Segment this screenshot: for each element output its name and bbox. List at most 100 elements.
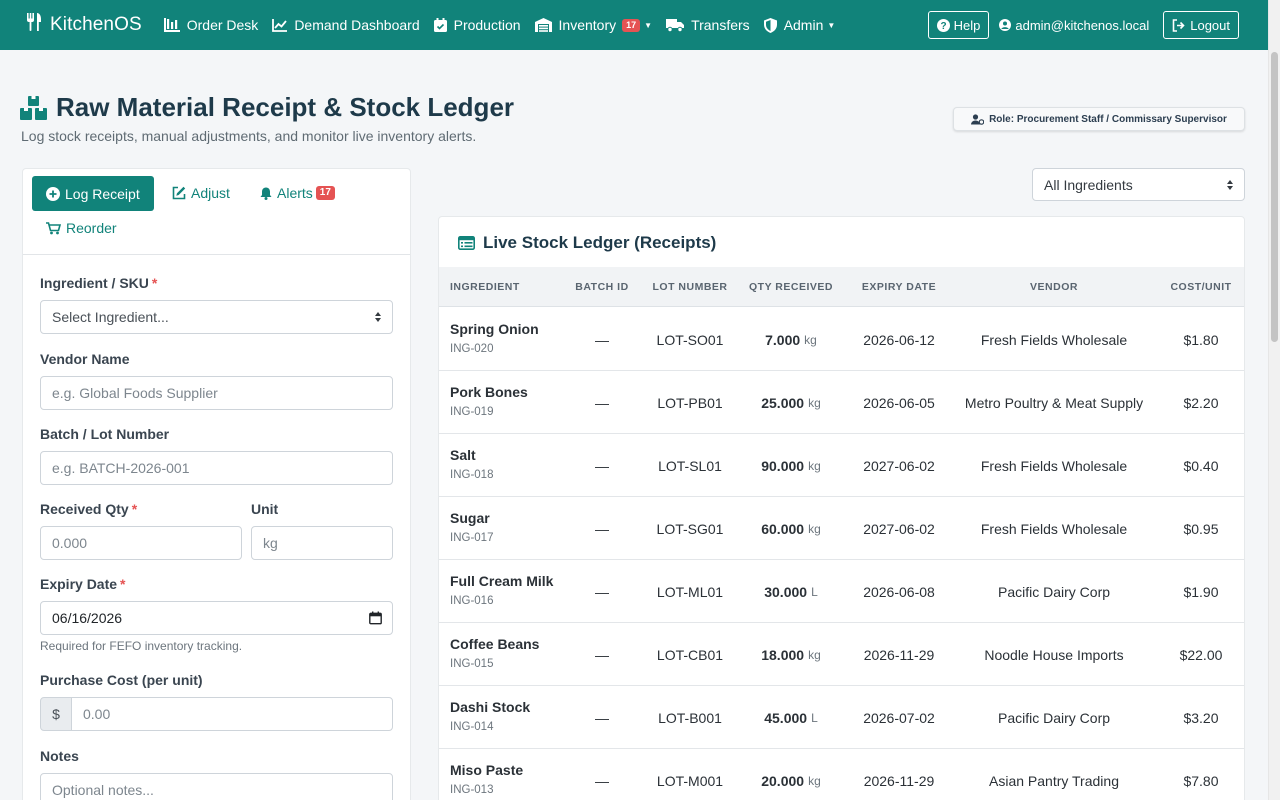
- tab-log-receipt[interactable]: Log Receipt: [32, 176, 154, 211]
- help-label: Help: [953, 17, 981, 33]
- col-expiry-date[interactable]: EXPIRY DATE: [849, 267, 949, 307]
- table-row[interactable]: Sugar ING-017 — LOT-SG01 60.000 kg 2027-06-02 F…: [439, 497, 1244, 560]
- nav-inventory[interactable]: Inventory 17 ▼: [534, 17, 652, 33]
- page-scrollbar[interactable]: [1268, 0, 1280, 800]
- cost-input[interactable]: 0.00: [71, 697, 393, 731]
- page-subtitle: Log stock receipts, manual adjustments, …: [21, 128, 477, 144]
- cost-cell: $3.20: [1183, 709, 1219, 726]
- user-circle-icon: [999, 19, 1012, 31]
- notes-textarea[interactable]: Optional notes...: [40, 773, 393, 800]
- expiry-cell: 2027-06-02: [863, 457, 935, 474]
- nav-admin[interactable]: Admin ▼: [763, 17, 836, 33]
- user-menu[interactable]: admin@kitchenos.local: [999, 18, 1149, 33]
- qty-received-cell: 7.000 kg: [741, 308, 841, 371]
- table-row[interactable]: Salt ING-018 — LOT-SL01 90.000 kg 2027-06-02 Fr…: [439, 434, 1244, 497]
- page-title-text: Raw Material Receipt & Stock Ledger: [56, 92, 515, 122]
- col-cost-unit[interactable]: COST/UNIT: [1159, 267, 1243, 307]
- expiry-date-input[interactable]: 06/16/2026: [40, 601, 393, 635]
- table-row[interactable]: Spring Onion ING-020 — LOT-SO01 7.000 kg 2026-…: [439, 308, 1244, 371]
- chevron-down-icon: ▼: [827, 20, 836, 30]
- user-cog-icon: [971, 113, 985, 125]
- nav-transfers[interactable]: Transfers: [666, 17, 750, 33]
- question-circle-icon: ?: [936, 18, 950, 32]
- col-qty-received[interactable]: QTY RECEIVED: [741, 267, 841, 307]
- lot-cell: LOT-PB01: [657, 394, 723, 411]
- expiry-cell: 2026-11-29: [863, 646, 935, 663]
- tab-adjust[interactable]: Adjust: [172, 185, 230, 201]
- nav-production-label: Production: [453, 17, 521, 33]
- qty-unit: kg: [808, 395, 821, 410]
- ingredient-name: Sugar: [450, 510, 490, 526]
- ingredient-filter-value: All Ingredients: [1044, 176, 1133, 193]
- qty-value: 20.000: [761, 772, 805, 789]
- cost-cell: $1.90: [1183, 583, 1219, 600]
- vendor-cell: Fresh Fields Wholesale: [980, 520, 1128, 537]
- table-row[interactable]: Pork Bones ING-019 — LOT-PB01 25.000 kg 2026-0…: [439, 371, 1244, 434]
- lot-cell: LOT-CB01: [656, 646, 724, 663]
- notes-label: Notes: [40, 748, 79, 764]
- ingredient-select[interactable]: Select Ingredient...: [40, 300, 393, 334]
- tab-adjust-label: Adjust: [191, 185, 230, 201]
- qty-unit: L: [811, 710, 818, 725]
- calendar-icon[interactable]: [369, 611, 382, 625]
- brand-name: KitchenOS: [50, 14, 142, 35]
- nav-demand-dashboard[interactable]: Demand Dashboard: [272, 17, 420, 33]
- qty-value: 90.000: [761, 457, 805, 474]
- batch-cell: —: [595, 646, 609, 663]
- vendor-input[interactable]: e.g. Global Foods Supplier: [40, 376, 393, 410]
- col-vendor[interactable]: VENDOR: [955, 267, 1153, 307]
- ledger-table-header: INGREDIENT BATCH ID LOT NUMBER QTY RECEI…: [439, 267, 1244, 307]
- ingredient-code: ING-018: [450, 469, 494, 481]
- required-mark: *: [131, 501, 138, 517]
- logout-button[interactable]: Logout: [1163, 11, 1239, 39]
- required-mark: *: [120, 576, 126, 592]
- col-lot-number[interactable]: LOT NUMBER: [645, 267, 735, 307]
- cost-cell: $22.00: [1179, 646, 1223, 663]
- logout-label: Logout: [1190, 17, 1230, 33]
- ingredient-filter-select[interactable]: All Ingredients: [1032, 168, 1245, 201]
- cost-cell: $0.95: [1183, 520, 1219, 537]
- ingredient-name: Miso Paste: [450, 762, 524, 778]
- batch-cell: —: [595, 583, 609, 600]
- nav-order-desk[interactable]: Order Desk: [163, 17, 258, 33]
- batch-cell: —: [595, 709, 609, 726]
- expiry-label: Expiry Date *: [40, 576, 126, 592]
- ingredient-label-text: Ingredient / SKU: [40, 275, 149, 291]
- alerts-count-badge: 17: [315, 186, 335, 200]
- table-icon: [458, 236, 475, 250]
- table-row[interactable]: Miso Paste ING-013 — LOT-M001 20.000 kg 2026-1…: [439, 749, 1244, 800]
- table-row[interactable]: Full Cream Milk ING-016 — LOT-ML01 30.000 L 20…: [439, 560, 1244, 623]
- col-batch-id[interactable]: BATCH ID: [565, 267, 639, 307]
- nav-inventory-label: Inventory: [558, 17, 617, 33]
- tab-reorder[interactable]: Reorder: [46, 220, 117, 236]
- lot-cell: LOT-ML01: [656, 583, 724, 600]
- unit-input[interactable]: kg: [251, 526, 393, 560]
- qty-input[interactable]: 0.000: [40, 526, 242, 560]
- cost-cell: $1.80: [1183, 331, 1219, 348]
- batch-cell: —: [595, 520, 609, 537]
- expiry-help-text: Required for FEFO inventory tracking.: [40, 639, 243, 653]
- cost-label: Purchase Cost (per unit): [40, 672, 203, 688]
- batch-input[interactable]: e.g. BATCH-2026-001: [40, 451, 393, 485]
- nav-production[interactable]: Production: [433, 17, 521, 33]
- scrollbar-thumb[interactable]: [1271, 52, 1278, 342]
- qty-received-cell: 45.000 L: [741, 686, 841, 749]
- form-tabs: Log Receipt Adjust Alerts 17 Reorder: [23, 169, 410, 255]
- qty-label-text: Received Qty: [40, 501, 129, 517]
- truck-icon: [666, 18, 685, 32]
- expiry-cell: 2026-06-08: [863, 583, 935, 600]
- table-row[interactable]: Dashi Stock ING-014 — LOT-B001 45.000 L 2026-0…: [439, 686, 1244, 749]
- boxes-icon: [20, 95, 48, 120]
- role-badge: Role: Procurement Staff / Commissary Sup…: [953, 107, 1245, 131]
- qty-value: 18.000: [761, 646, 805, 663]
- brand[interactable]: KitchenOS: [26, 13, 142, 37]
- col-ingredient[interactable]: INGREDIENT: [450, 267, 520, 307]
- table-row[interactable]: Coffee Beans ING-015 — LOT-CB01 18.000 kg 2026…: [439, 623, 1244, 686]
- ingredient-code: ING-020: [450, 343, 494, 355]
- unit-label: Unit: [251, 501, 279, 517]
- help-button[interactable]: ? Help: [927, 11, 990, 39]
- ingredient-code: ING-019: [450, 406, 494, 418]
- tab-alerts[interactable]: Alerts 17: [260, 185, 335, 201]
- ledger-title-text: Live Stock Ledger (Receipts): [483, 233, 717, 252]
- cart-icon: [46, 221, 61, 235]
